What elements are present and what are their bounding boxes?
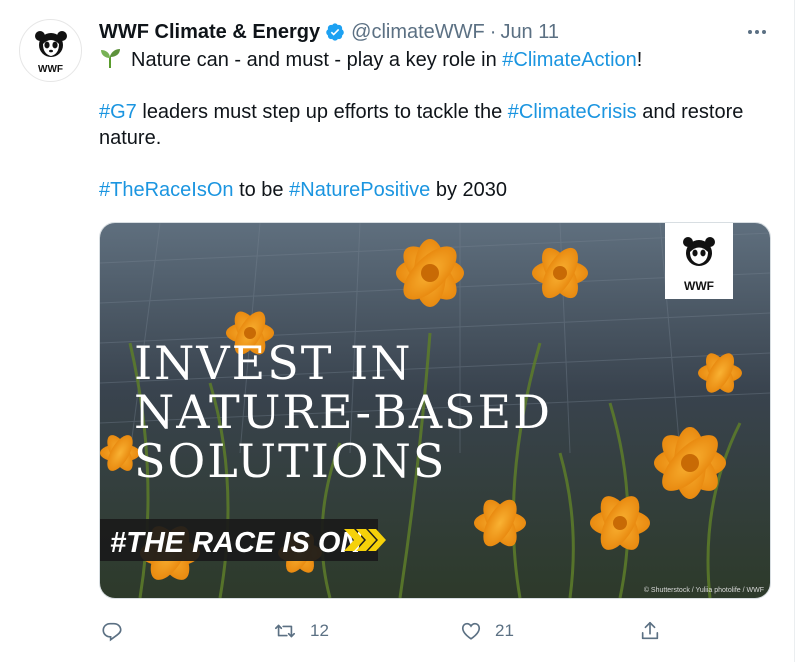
like-button[interactable]: 21: [460, 615, 514, 647]
hashtag-naturepositive[interactable]: #NaturePositive: [289, 179, 430, 201]
heart-icon: [461, 622, 481, 640]
reply-button[interactable]: [101, 615, 136, 647]
avatar[interactable]: WWF: [19, 19, 82, 82]
photo-credit: © Shutterstock / Yuliia photolife / WWF: [644, 586, 764, 594]
retweet-count: 12: [310, 621, 329, 640]
wwf-logo-text: WWF: [684, 279, 714, 293]
hashtag-g7[interactable]: #G7: [99, 101, 137, 123]
race-banner-text: #THE RACE IS ON: [110, 527, 362, 559]
headline-line-1: INVEST IN: [134, 336, 412, 390]
line2-text-1: leaders must step up efforts to tackle t…: [136, 101, 508, 123]
line1-end: !: [636, 49, 643, 71]
tweet-line-3: #TheRaceIsOn to be #NaturePositive by 20…: [99, 177, 759, 203]
seedling-icon: [101, 49, 120, 68]
line3-text-2: by 2030: [430, 179, 508, 201]
headline-line-2: NATURE-BASED: [134, 385, 552, 439]
more-options-icon[interactable]: [742, 20, 772, 44]
avatar-logo-text: WWF: [38, 64, 63, 75]
tweet-media-image[interactable]: INVEST IN NATURE-BASED SOLUTIONS #THE RA…: [99, 222, 771, 599]
line1-text: Nature can - and must - play a key role …: [131, 49, 503, 71]
tweet-text: Nature can - and must - play a key role …: [99, 47, 759, 203]
tweet-actions: 12 21: [99, 615, 771, 647]
hashtag-theraceison[interactable]: #TheRaceIsOn: [99, 179, 234, 201]
share-button[interactable]: [639, 615, 661, 647]
reply-icon: [102, 622, 122, 642]
headline-line-3: SOLUTIONS: [134, 434, 446, 488]
share-icon: [641, 621, 659, 640]
tweet-header: WWF Climate & Energy @climateWWF · Jun 1…: [99, 18, 764, 46]
hashtag-climateaction[interactable]: #ClimateAction: [502, 49, 637, 71]
retweet-icon: [275, 624, 295, 638]
line3-text-1: to be: [233, 179, 290, 201]
retweet-button[interactable]: 12: [273, 615, 329, 647]
hashtag-climatecrisis[interactable]: #ClimateCrisis: [508, 101, 637, 123]
media-graphic: INVEST IN NATURE-BASED SOLUTIONS #THE RA…: [100, 223, 770, 598]
display-name[interactable]: WWF Climate & Energy: [99, 21, 320, 44]
header-separator: ·: [489, 20, 497, 43]
tweet-date[interactable]: Jun 11: [500, 21, 559, 44]
account-handle[interactable]: @climateWWF: [351, 21, 485, 44]
tweet-line-2: #G7 leaders must step up efforts to tack…: [99, 99, 759, 151]
tweet-line-1: Nature can - and must - play a key role …: [99, 47, 759, 73]
verified-badge-icon: [325, 22, 345, 42]
like-count: 21: [495, 621, 514, 640]
tweet: WWF WWF Climate & Energy @climateWWF · J…: [0, 0, 795, 662]
